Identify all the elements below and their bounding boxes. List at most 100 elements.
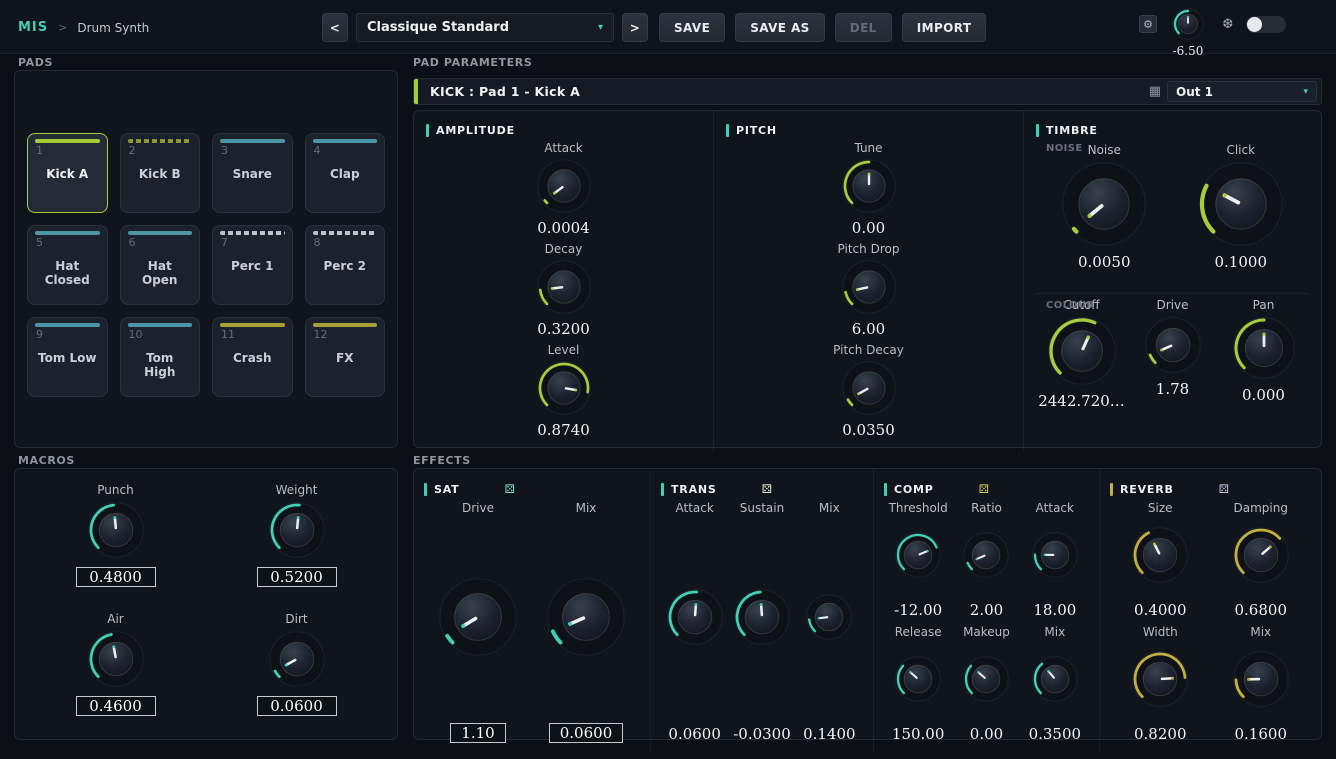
drive-knob-group: Drive 1.78 bbox=[1127, 298, 1218, 445]
section-accent bbox=[1036, 124, 1039, 137]
click-knob[interactable] bbox=[1199, 162, 1283, 246]
sustain-value: -0.0300 bbox=[733, 725, 791, 743]
pad-2-kick-b[interactable]: 2Kick B bbox=[120, 133, 201, 213]
tune-knob[interactable] bbox=[842, 159, 896, 213]
pad-8-perc-2[interactable]: 8Perc 2 bbox=[305, 225, 386, 305]
master-volume-knob[interactable] bbox=[1172, 8, 1204, 44]
cutoff-knob[interactable] bbox=[1048, 317, 1116, 385]
pad-number: 2 bbox=[129, 144, 192, 157]
weight-knob[interactable] bbox=[269, 502, 325, 558]
attack-value: 0.0004 bbox=[537, 219, 590, 237]
dice-icon[interactable]: ⚄ bbox=[1219, 482, 1229, 496]
pitch-drop-knob[interactable] bbox=[842, 260, 896, 314]
preset-prev-button[interactable]: < bbox=[322, 13, 348, 42]
punch-value[interactable]: 0.4800 bbox=[76, 567, 156, 587]
pad-color-bar bbox=[313, 323, 378, 327]
pitch-decay-value: 0.0350 bbox=[842, 421, 895, 439]
mix-label: Mix bbox=[532, 501, 640, 521]
ratio-knob[interactable] bbox=[963, 532, 1009, 582]
threshold-knob[interactable] bbox=[895, 532, 941, 582]
pad-color-bar bbox=[220, 323, 285, 327]
macros-panel: Punch 0.4800Weight 0.5200Air 0.4600Dirt … bbox=[14, 468, 398, 740]
master-toggle[interactable] bbox=[1246, 16, 1286, 33]
mix-knob[interactable] bbox=[547, 578, 625, 660]
preset-next-button[interactable]: > bbox=[622, 13, 648, 42]
snowflake-icon[interactable]: ❆ bbox=[1219, 15, 1237, 33]
pad-color-bar bbox=[313, 139, 378, 143]
pad-number: 12 bbox=[314, 328, 377, 341]
effects-title: EFFECTS bbox=[413, 454, 471, 467]
comp-section-name: COMP bbox=[894, 483, 934, 496]
app-logo[interactable]: MIS bbox=[18, 20, 48, 35]
pad-10-tom-high[interactable]: 10Tom High bbox=[120, 317, 201, 397]
dice-icon[interactable]: ⚄ bbox=[979, 482, 989, 496]
attack-knob[interactable] bbox=[667, 589, 723, 649]
pad-5-hat-closed[interactable]: 5Hat Closed bbox=[27, 225, 108, 305]
level-knob[interactable] bbox=[537, 361, 591, 415]
sat-section: SAT ⚄ DriveMix 1.100.0600 bbox=[414, 469, 650, 753]
decay-knob[interactable] bbox=[537, 260, 591, 314]
pad-color-bar bbox=[128, 139, 193, 143]
noise-label: Noise bbox=[1088, 143, 1121, 157]
sustain-label: Sustain bbox=[728, 501, 795, 521]
ratio-label: Ratio bbox=[952, 501, 1020, 520]
save-as-button[interactable]: SAVE AS bbox=[735, 13, 825, 42]
width-knob[interactable] bbox=[1132, 651, 1188, 711]
pad-11-crash[interactable]: 11Crash bbox=[212, 317, 293, 397]
pad-name: Snare bbox=[221, 167, 284, 181]
import-button[interactable]: IMPORT bbox=[902, 13, 987, 42]
air-knob[interactable] bbox=[88, 631, 144, 687]
settings-icon[interactable]: ⚙ bbox=[1139, 15, 1157, 33]
pad-name: Kick A bbox=[36, 167, 99, 181]
attack-knob[interactable] bbox=[537, 159, 591, 213]
pad-9-tom-low[interactable]: 9Tom Low bbox=[27, 317, 108, 397]
size-knob[interactable] bbox=[1132, 527, 1188, 587]
pad-parameters-panel: AMPLITUDE Attack 0.0004Decay 0.3200Level… bbox=[413, 110, 1322, 448]
sustain-knob[interactable] bbox=[734, 589, 790, 649]
pad-4-clap[interactable]: 4Clap bbox=[305, 133, 386, 213]
mix-value[interactable]: 0.0600 bbox=[549, 723, 624, 743]
attack-knob[interactable] bbox=[1032, 532, 1078, 582]
preset-value: Classique Standard bbox=[367, 20, 509, 35]
pad-7-perc-1[interactable]: 7Perc 1 bbox=[212, 225, 293, 305]
delete-button[interactable]: DEL bbox=[835, 13, 892, 42]
pad-12-fx[interactable]: 12FX bbox=[305, 317, 386, 397]
pitch-section: PITCH Tune 0.00Pitch Drop 6.00Pitch Deca… bbox=[713, 111, 1023, 453]
dirt-knob[interactable] bbox=[269, 631, 325, 687]
mix-knob[interactable] bbox=[806, 594, 852, 644]
drive-value: 1.78 bbox=[1156, 380, 1189, 398]
release-knob[interactable] bbox=[895, 656, 941, 706]
drive-knob[interactable] bbox=[439, 578, 517, 660]
preset-select[interactable]: Classique Standard ▾ bbox=[356, 13, 614, 42]
dirt-label: Dirt bbox=[285, 612, 307, 626]
pad-6-hat-open[interactable]: 6Hat Open bbox=[120, 225, 201, 305]
damping-value: 0.6800 bbox=[1235, 601, 1288, 619]
makeup-knob[interactable] bbox=[963, 656, 1009, 706]
mix-knob[interactable] bbox=[1032, 656, 1078, 706]
dirt-value[interactable]: 0.0600 bbox=[257, 696, 337, 716]
drive-knob[interactable] bbox=[1145, 317, 1201, 373]
pitch-decay-knob[interactable] bbox=[842, 361, 896, 415]
pad-header-bar: KICK : Pad 1 - Kick A ▦ Out 1 ▾ bbox=[413, 78, 1322, 105]
weight-knob-group: Weight 0.5200 bbox=[206, 483, 387, 602]
pad-color-bar bbox=[35, 323, 100, 327]
pad-3-snare[interactable]: 3Snare bbox=[212, 133, 293, 213]
air-value[interactable]: 0.4600 bbox=[76, 696, 156, 716]
air-label: Air bbox=[107, 612, 123, 626]
drive-value[interactable]: 1.10 bbox=[450, 723, 506, 743]
pan-knob[interactable] bbox=[1233, 317, 1295, 379]
weight-label: Weight bbox=[276, 483, 318, 497]
pad-1-kick-a[interactable]: 1Kick A bbox=[27, 133, 108, 213]
weight-value[interactable]: 0.5200 bbox=[257, 567, 337, 587]
dice-icon[interactable]: ⚄ bbox=[762, 482, 772, 496]
mix-knob[interactable] bbox=[1233, 651, 1289, 711]
output-select[interactable]: Out 1 ▾ bbox=[1167, 81, 1317, 102]
pads-panel: 1Kick A2Kick B3Snare4Clap 5Hat Closed6Hat… bbox=[14, 70, 398, 448]
damping-knob[interactable] bbox=[1233, 527, 1289, 587]
width-value: 0.8200 bbox=[1134, 725, 1187, 743]
dice-icon[interactable]: ⚄ bbox=[505, 482, 515, 496]
level-knob-group: Level 0.8740 bbox=[537, 343, 591, 444]
punch-knob[interactable] bbox=[88, 502, 144, 558]
noise-knob[interactable] bbox=[1062, 162, 1146, 246]
save-button[interactable]: SAVE bbox=[659, 13, 725, 42]
